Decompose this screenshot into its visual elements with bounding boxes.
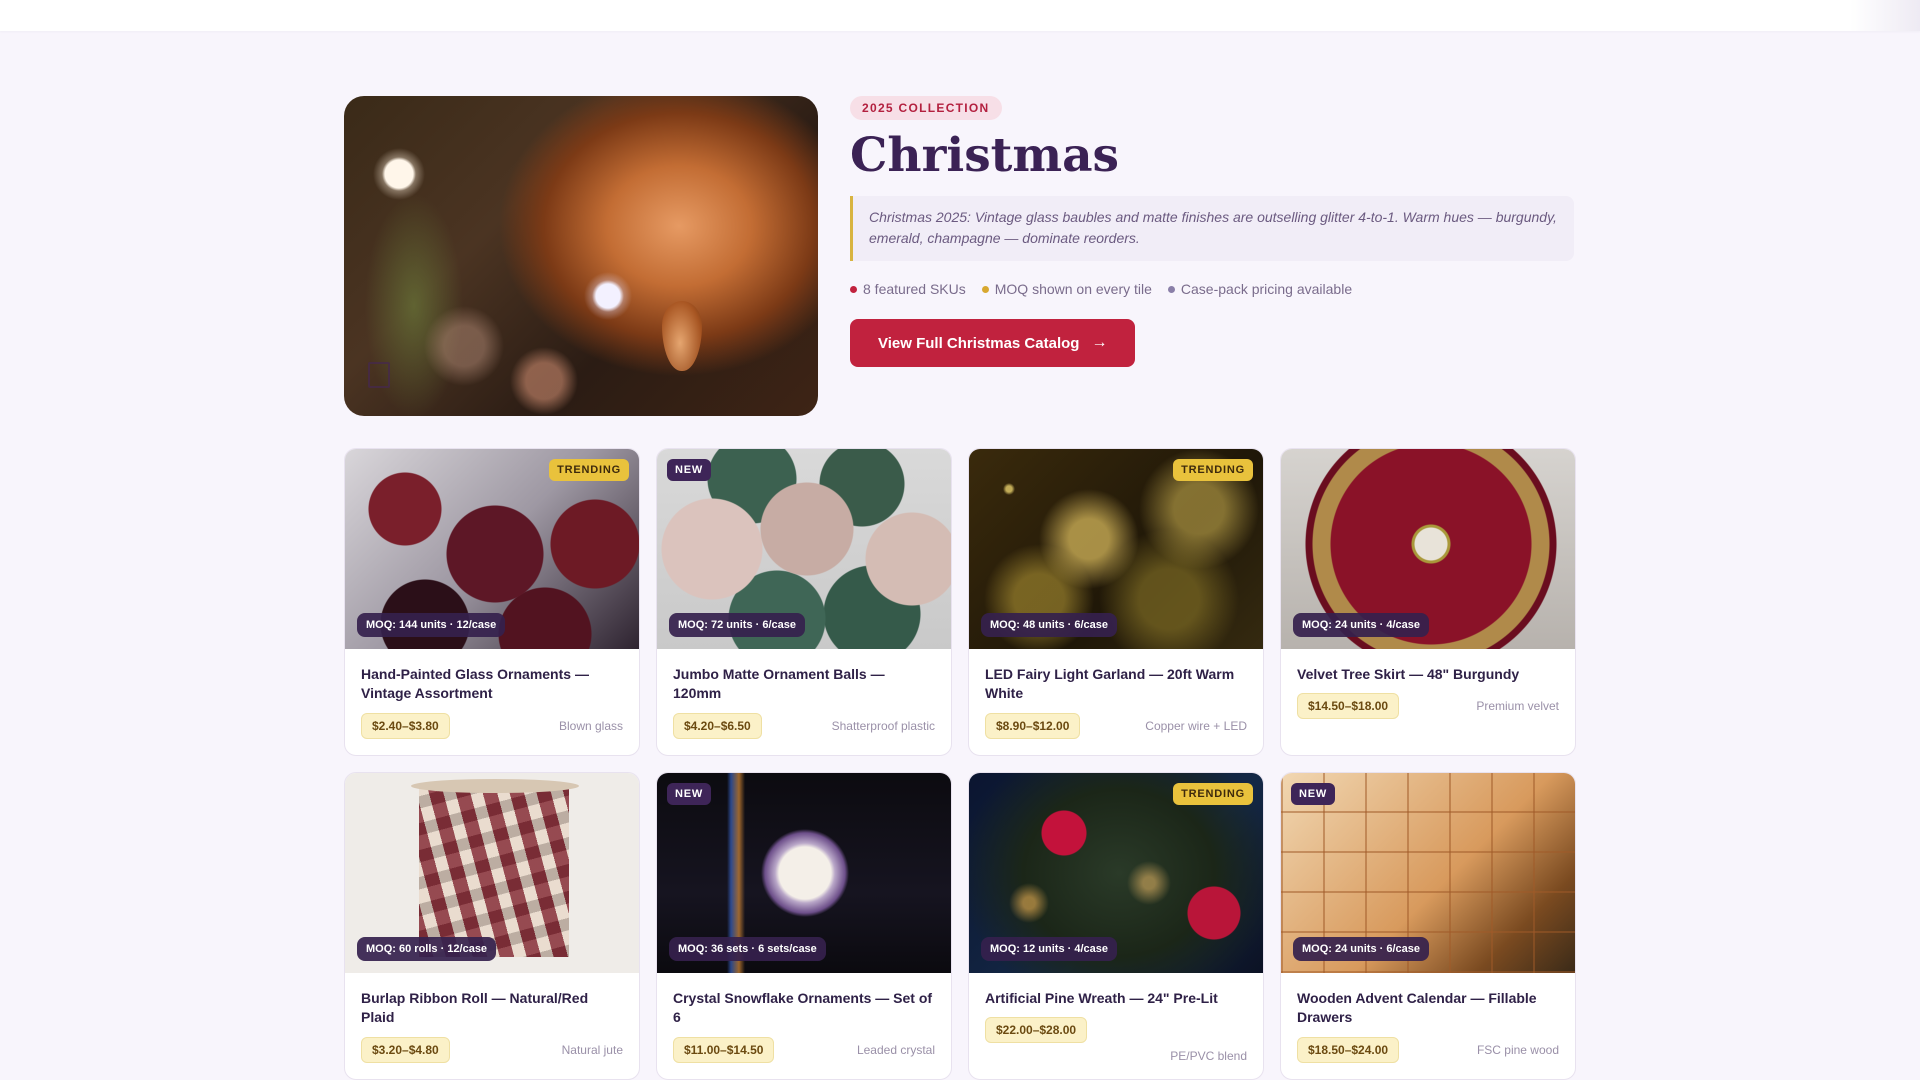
product-title: Crystal Snowflake Ornaments — Set of 6	[673, 990, 933, 1025]
material-label: FSC pine wood	[1476, 1043, 1559, 1057]
view-catalog-button[interactable]: View Full Christmas Catalog →	[850, 319, 1136, 367]
product-title: Hand-Painted Glass Ornaments — Vintage A…	[361, 666, 589, 701]
hero-section: 2025 COLLECTION Christmas Christmas 2025…	[344, 96, 1576, 416]
product-title: Wooden Advent Calendar — Fillable Drawer…	[1297, 990, 1537, 1025]
product-title: Artificial Pine Wreath — 24" Pre-Lit	[985, 990, 1218, 1006]
price-row: $2.40–$3.80 Blown glass	[361, 713, 623, 739]
stat-label: 8 featured SKUs	[863, 281, 966, 297]
material-label: Shatterproof plastic	[831, 719, 935, 733]
card-body: Velvet Tree Skirt — 48" Burgundy $14.50–…	[1281, 649, 1575, 755]
hero-stats: 8 featured SKUs MOQ shown on every tile …	[850, 281, 1576, 297]
product-image: NEW MOQ: 24 units · 6/case	[1281, 773, 1575, 973]
new-badge: NEW	[667, 459, 712, 481]
material-label: Premium velvet	[1476, 699, 1559, 713]
card-body: Artificial Pine Wreath — 24" Pre-Lit $22…	[969, 973, 1263, 1079]
moq-badge: MOQ: 12 units · 4/case	[981, 937, 1117, 961]
product-image: TRENDING MOQ: 144 units · 12/case	[345, 449, 639, 649]
card-body: Hand-Painted Glass Ornaments — Vintage A…	[345, 649, 639, 755]
product-card[interactable]: TRENDING MOQ: 12 units · 4/case Artifici…	[968, 772, 1264, 1080]
new-badge: NEW	[667, 783, 712, 805]
stat-moq: MOQ shown on every tile	[981, 281, 1152, 297]
price-range: $3.20–$4.80	[361, 1037, 450, 1063]
moq-badge: MOQ: 36 sets · 6 sets/case	[669, 937, 826, 961]
dot-icon	[1167, 285, 1175, 293]
product-grid: TRENDING MOQ: 144 units · 12/case Hand-P…	[344, 448, 1576, 1080]
product-image: NEW MOQ: 72 units · 6/case	[657, 449, 951, 649]
product-card[interactable]: NEW MOQ: 24 units · 6/case Wooden Advent…	[1280, 772, 1576, 1080]
price-row: $4.20–$6.50 Shatterproof plastic	[673, 713, 935, 739]
price-range: $8.90–$12.00	[985, 713, 1081, 739]
trending-badge: TRENDING	[1173, 459, 1253, 481]
product-image: TRENDING MOQ: 12 units · 4/case	[969, 773, 1263, 973]
moq-badge: MOQ: 144 units · 12/case	[357, 613, 506, 637]
top-bar-edge	[1850, 0, 1920, 31]
dot-icon	[981, 285, 989, 293]
moq-badge: MOQ: 24 units · 4/case	[1293, 613, 1429, 637]
dot-icon	[850, 285, 857, 293]
stat-casepack: Case-pack pricing available	[1167, 281, 1353, 297]
product-title: Velvet Tree Skirt — 48" Burgundy	[1297, 666, 1520, 682]
price-range: $18.50–$24.00	[1297, 1037, 1400, 1063]
product-card[interactable]: MOQ: 24 units · 4/case Velvet Tree Skirt…	[1280, 448, 1576, 756]
card-body: Crystal Snowflake Ornaments — Set of 6 $…	[657, 973, 951, 1079]
product-card[interactable]: NEW MOQ: 72 units · 6/case Jumbo Matte O…	[656, 448, 952, 756]
image-placeholder-icon	[368, 362, 390, 388]
stat-label: MOQ shown on every tile	[994, 281, 1152, 297]
card-body: Jumbo Matte Ornament Balls — 120mm $4.20…	[657, 649, 951, 755]
card-body: Wooden Advent Calendar — Fillable Drawer…	[1281, 973, 1575, 1079]
moq-badge: MOQ: 24 units · 6/case	[1293, 937, 1429, 961]
product-title: LED Fairy Light Garland — 20ft Warm Whit…	[985, 666, 1235, 701]
material-label: Blown glass	[558, 719, 623, 733]
collection-badge: 2025 COLLECTION	[850, 96, 1002, 120]
product-title: Burlap Ribbon Roll — Natural/Red Plaid	[361, 990, 589, 1025]
price-range: $22.00–$28.00	[985, 1017, 1088, 1043]
card-body: LED Fairy Light Garland — 20ft Warm Whit…	[969, 649, 1263, 755]
material-label: PE/PVC blend	[1170, 1049, 1247, 1063]
trending-badge: TRENDING	[549, 459, 629, 481]
price-row: $18.50–$24.00 FSC pine wood	[1297, 1037, 1559, 1063]
moq-badge: MOQ: 60 rolls · 12/case	[357, 937, 497, 961]
moq-badge: MOQ: 72 units · 6/case	[669, 613, 805, 637]
product-image: TRENDING MOQ: 48 units · 6/case	[969, 449, 1263, 649]
product-title: Jumbo Matte Ornament Balls — 120mm	[673, 666, 885, 701]
top-bar	[0, 0, 1920, 31]
material-label: Natural jute	[561, 1043, 623, 1057]
product-image: MOQ: 60 rolls · 12/case	[345, 773, 639, 973]
collection-page: 2025 COLLECTION Christmas Christmas 2025…	[344, 96, 1576, 1080]
product-card[interactable]: TRENDING MOQ: 144 units · 12/case Hand-P…	[344, 448, 640, 756]
stat-label: Case-pack pricing available	[1180, 281, 1353, 297]
trend-quote: Christmas 2025: Vintage glass baubles an…	[850, 196, 1574, 261]
hero-text: 2025 COLLECTION Christmas Christmas 2025…	[850, 96, 1576, 367]
card-body: Burlap Ribbon Roll — Natural/Red Plaid $…	[345, 973, 639, 1079]
arrow-right-icon: →	[1091, 334, 1108, 351]
stat-skus: 8 featured SKUs	[850, 281, 966, 297]
price-range: $11.00–$14.50	[673, 1037, 775, 1063]
price-row: $22.00–$28.00 PE/PVC blend	[985, 1017, 1247, 1063]
page-title: Christmas	[850, 128, 1120, 183]
product-image: NEW MOQ: 36 sets · 6 sets/case	[657, 773, 951, 973]
price-row: $14.50–$18.00 Premium velvet	[1297, 693, 1559, 719]
ornament-drop	[662, 301, 702, 371]
price-row: $3.20–$4.80 Natural jute	[361, 1037, 623, 1063]
price-row: $11.00–$14.50 Leaded crystal	[673, 1037, 935, 1063]
trending-badge: TRENDING	[1173, 783, 1253, 805]
material-label: Copper wire + LED	[1145, 719, 1247, 733]
view-catalog-label: View Full Christmas Catalog	[878, 334, 1080, 352]
material-label: Leaded crystal	[856, 1043, 935, 1057]
price-range: $2.40–$3.80	[361, 713, 450, 739]
price-range: $4.20–$6.50	[673, 713, 762, 739]
product-image: MOQ: 24 units · 4/case	[1281, 449, 1575, 649]
hero-image	[344, 96, 818, 416]
product-card[interactable]: TRENDING MOQ: 48 units · 6/case LED Fair…	[968, 448, 1264, 756]
moq-badge: MOQ: 48 units · 6/case	[981, 613, 1117, 637]
product-card[interactable]: NEW MOQ: 36 sets · 6 sets/case Crystal S…	[656, 772, 952, 1080]
price-row: $8.90–$12.00 Copper wire + LED	[985, 713, 1247, 739]
product-card[interactable]: MOQ: 60 rolls · 12/case Burlap Ribbon Ro…	[344, 772, 640, 1080]
new-badge: NEW	[1291, 783, 1336, 805]
price-range: $14.50–$18.00	[1297, 693, 1400, 719]
